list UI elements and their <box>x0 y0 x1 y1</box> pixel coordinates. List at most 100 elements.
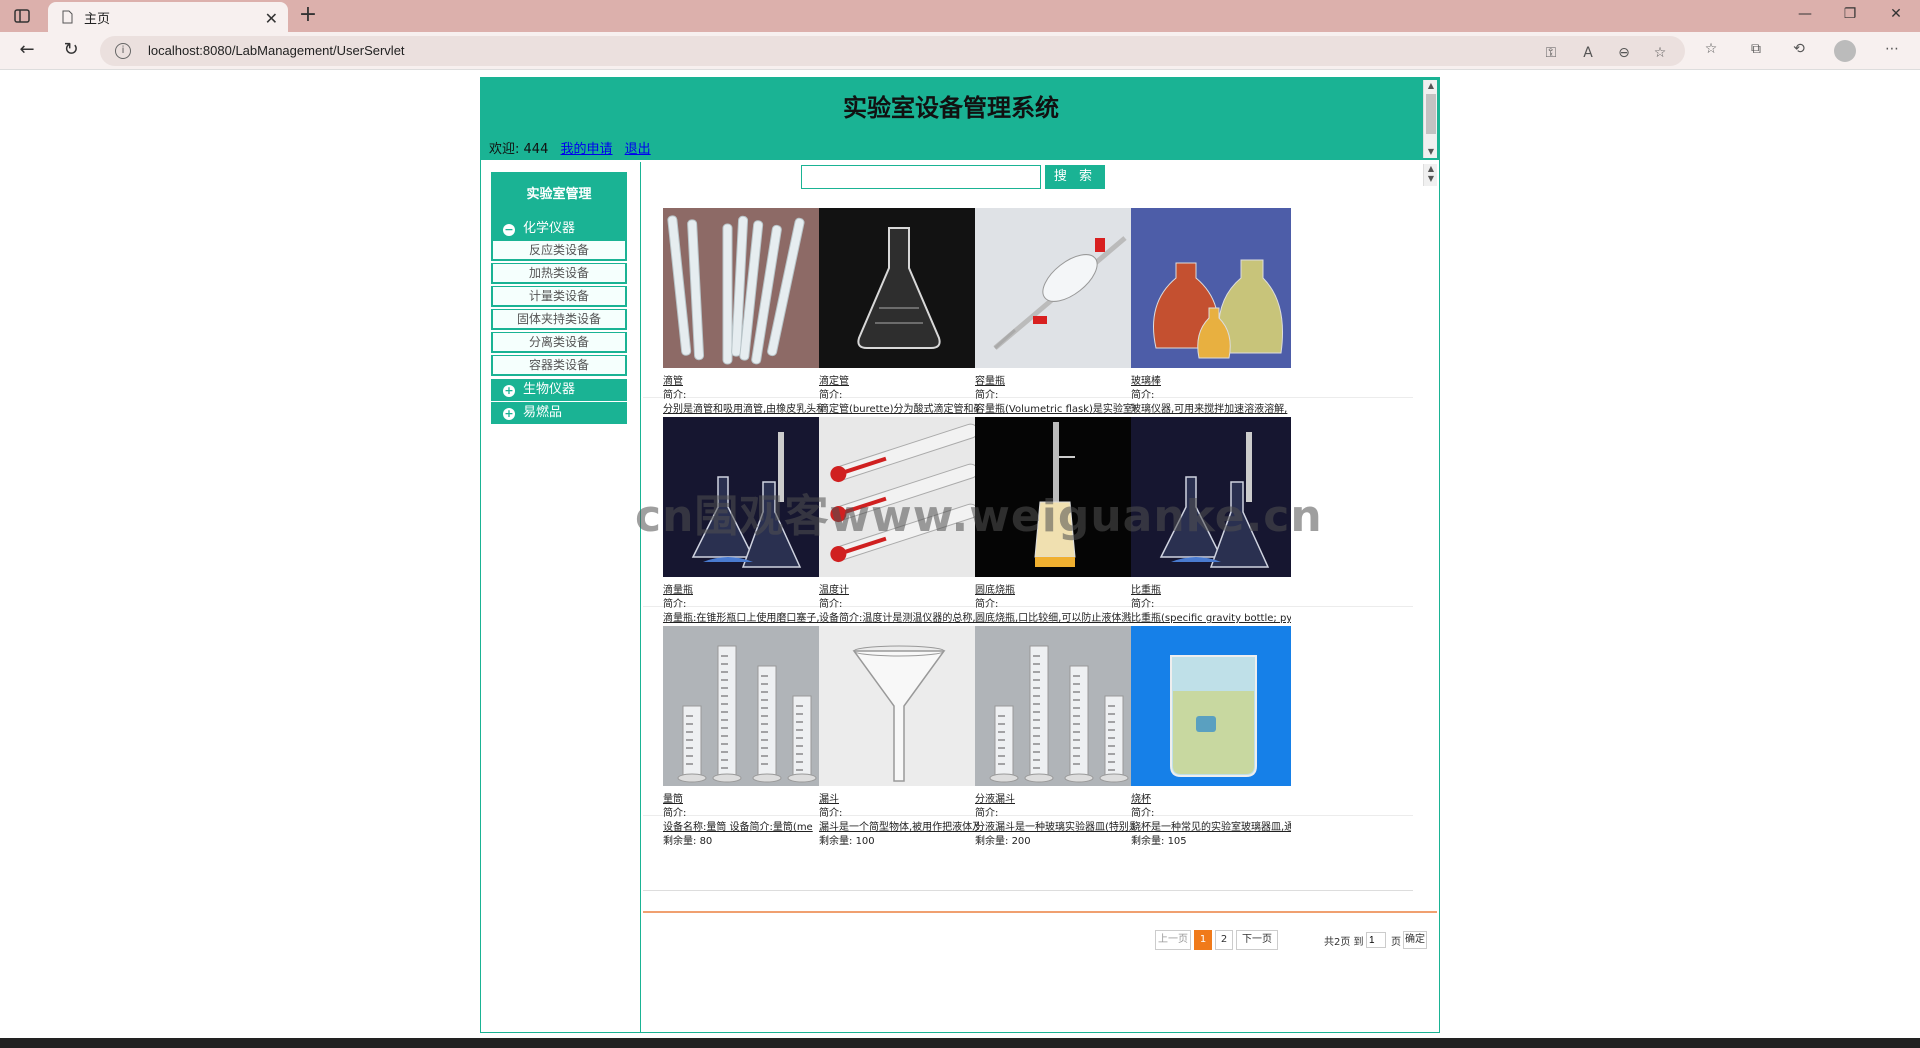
prev-page-button[interactable]: 上一页 <box>1155 930 1191 950</box>
product-name[interactable]: 温度计 <box>819 581 849 596</box>
sidebar-item-container[interactable]: 容器类设备 <box>491 355 627 376</box>
product-desc[interactable]: 容量瓶(Volumetric flask)是实验室中 <box>975 400 1135 415</box>
scroll-thumb[interactable] <box>1426 94 1436 134</box>
search-input[interactable] <box>801 165 1041 189</box>
product-desc[interactable]: 烧杯是一种常见的实验室玻璃器皿,通 <box>1131 818 1291 833</box>
scroll-up-icon[interactable]: ▲ <box>1424 164 1438 174</box>
product-image[interactable] <box>1131 208 1291 368</box>
sidebar-item-separation[interactable]: 分离类设备 <box>491 332 627 353</box>
product-name[interactable]: 烧杯 <box>1131 790 1151 805</box>
reload-icon[interactable]: ↻ <box>60 40 82 62</box>
product-card[interactable]: 烧杯 简介: 烧杯是一种常见的实验室玻璃器皿,通 剩余量: 105 <box>1131 626 1293 856</box>
minimize-icon[interactable]: — <box>1795 6 1815 26</box>
product-desc[interactable]: 玻璃仪器,可用来搅拌加速溶液溶解, <box>1131 400 1291 415</box>
product-name[interactable]: 滴管 <box>663 372 683 387</box>
product-name[interactable]: 圆底烧瓶 <box>975 581 1015 596</box>
product-name[interactable]: 滴定管 <box>819 372 849 387</box>
zoom-out-icon[interactable]: ⊖ <box>1615 44 1633 62</box>
scroll-down-icon[interactable]: ▼ <box>1424 146 1438 158</box>
product-desc[interactable]: 滴定管(burette)分为酸式滴定管和碱式 <box>819 400 979 415</box>
page-button-1[interactable]: 1 <box>1194 930 1212 950</box>
product-desc[interactable]: 设备名称:量筒 设备简介:量筒(me <box>663 818 823 833</box>
logout-link[interactable]: 退出 <box>625 142 651 157</box>
stock-label: 剩余量: <box>819 836 853 847</box>
header-scrollbar[interactable]: ▲ ▼ <box>1423 80 1437 158</box>
collapse-icon[interactable]: − <box>503 224 515 236</box>
stock-value: 100 <box>855 836 875 847</box>
page-unit: 页 <box>1391 937 1401 948</box>
expand-icon[interactable]: + <box>503 408 515 420</box>
avatar[interactable] <box>1834 40 1856 62</box>
my-requests-link[interactable]: 我的申请 <box>561 142 613 157</box>
site-info-icon[interactable]: i <box>115 43 131 59</box>
sidebar-category-flammable[interactable]: + 易燃品 <box>491 402 627 424</box>
close-tab-icon[interactable]: ✕ <box>265 9 278 28</box>
product-desc[interactable]: 分别是滴管和吸用滴管,由橡皮乳头和 <box>663 400 823 415</box>
intro-label: 简介: <box>663 390 687 401</box>
product-card[interactable]: 玻璃棒简介:玻璃仪器,可用来搅拌加速溶液溶解,剩余量: 100 <box>1131 208 1293 438</box>
history-icon[interactable]: ⟲ <box>1790 40 1808 58</box>
restore-icon[interactable]: ❐ <box>1840 6 1860 26</box>
product-image[interactable] <box>819 208 979 368</box>
sidebar: 实验室管理 − 化学仪器 反应类设备 加热类设备 计量类设备 固体夹持类设备 分离… <box>481 162 641 1032</box>
watermark: cn围观客www.weiguanke.cn <box>635 491 1323 542</box>
goto-button[interactable]: 确定 <box>1403 931 1427 949</box>
product-image[interactable] <box>663 208 823 368</box>
product-name[interactable]: 漏斗 <box>819 790 839 805</box>
favorite-add-icon[interactable]: ☆ <box>1651 44 1669 62</box>
product-name[interactable]: 玻璃棒 <box>1131 372 1161 387</box>
read-aloud-icon[interactable]: A <box>1579 44 1597 62</box>
next-page-button[interactable]: 下一页 <box>1236 930 1278 950</box>
product-card[interactable]: 容量瓶简介:容量瓶(Volumetric flask)是实验室中剩余量: 60 <box>975 208 1137 438</box>
product-image[interactable] <box>1131 626 1291 786</box>
scroll-up-icon[interactable]: ▲ <box>1424 80 1438 92</box>
collections-icon[interactable]: ⧉ <box>1747 40 1765 58</box>
sidebar-item-reaction[interactable]: 反应类设备 <box>491 240 627 261</box>
product-image[interactable] <box>819 626 979 786</box>
product-desc[interactable]: 分液漏斗是一种玻璃实验器皿(特别是 <box>975 818 1135 833</box>
new-tab-button[interactable]: + <box>296 4 320 28</box>
product-image[interactable] <box>975 208 1135 368</box>
search-button[interactable]: 搜 索 <box>1045 165 1105 189</box>
product-name[interactable]: 容量瓶 <box>975 372 1005 387</box>
product-card[interactable]: 量筒 简介: 设备名称:量筒 设备简介:量筒(me 剩余量: 80 <box>663 626 825 856</box>
page-button-2[interactable]: 2 <box>1215 930 1233 950</box>
browser-tab-bar: 主页 ✕ + — ❐ ✕ <box>0 0 1920 32</box>
product-desc[interactable]: 漏斗是一个简型物体,被用作把液体及 <box>819 818 979 833</box>
favorites-icon[interactable]: ☆ <box>1702 40 1720 58</box>
more-menu-icon[interactable]: ⋯ <box>1883 40 1901 58</box>
product-name[interactable]: 量筒 <box>663 790 683 805</box>
sidebar-category-chemical[interactable]: − 化学仪器 <box>491 218 627 240</box>
key-icon[interactable]: ⚿ <box>1542 44 1560 62</box>
sidebar-item-measuring[interactable]: 计量类设备 <box>491 286 627 307</box>
tab-actions-icon[interactable] <box>12 7 32 25</box>
expand-icon[interactable]: + <box>503 385 515 397</box>
product-card[interactable]: 分液漏斗 简介: 分液漏斗是一种玻璃实验器皿(特别是 剩余量: 200 <box>975 626 1137 856</box>
product-name[interactable]: 分液漏斗 <box>975 790 1015 805</box>
product-desc[interactable]: 滴量瓶:在锥形瓶口上使用磨口塞子, <box>663 609 823 624</box>
product-card[interactable]: 滴管简介:分别是滴管和吸用滴管,由橡皮乳头和剩余量: 10 <box>663 208 825 438</box>
sidebar-item-heating[interactable]: 加热类设备 <box>491 263 627 284</box>
url-text[interactable]: localhost:8080/LabManagement/UserServlet <box>148 43 405 58</box>
product-card[interactable]: 漏斗 简介: 漏斗是一个简型物体,被用作把液体及 剩余量: 100 <box>819 626 981 856</box>
back-icon[interactable]: ← <box>16 40 38 62</box>
product-desc[interactable]: 设备简介:温度计是测温仪器的总称, <box>819 609 979 624</box>
product-desc[interactable]: 圆底烧瓶,口比较细,可以防止液体溅 <box>975 609 1135 624</box>
sidebar-item-clamping[interactable]: 固体夹持类设备 <box>491 309 627 330</box>
scroll-down-icon[interactable]: ▼ <box>1424 174 1438 184</box>
product-stock: 剩余量: 100 <box>819 832 875 847</box>
product-name[interactable]: 比重瓶 <box>1131 581 1161 596</box>
product-name[interactable]: 滴量瓶 <box>663 581 693 596</box>
total-pages-text: 共2页 到 <box>1324 937 1364 948</box>
username: 444 <box>523 142 549 157</box>
product-image[interactable] <box>663 626 823 786</box>
address-bar[interactable]: i localhost:8080/LabManagement/UserServl… <box>100 36 1685 66</box>
browser-tab[interactable]: 主页 ✕ <box>48 2 288 32</box>
product-card[interactable]: 滴定管简介:滴定管(burette)分为酸式滴定管和碱式剩余量: 20 <box>819 208 981 438</box>
product-image[interactable] <box>975 626 1135 786</box>
close-window-icon[interactable]: ✕ <box>1886 6 1906 26</box>
content-scrollbar[interactable]: ▲ ▼ <box>1423 164 1437 186</box>
sidebar-category-biology[interactable]: + 生物仪器 <box>491 379 627 401</box>
goto-page-input[interactable] <box>1366 932 1386 948</box>
product-desc[interactable]: 比重瓶(specific gravity bottle; pycno <box>1131 609 1291 624</box>
